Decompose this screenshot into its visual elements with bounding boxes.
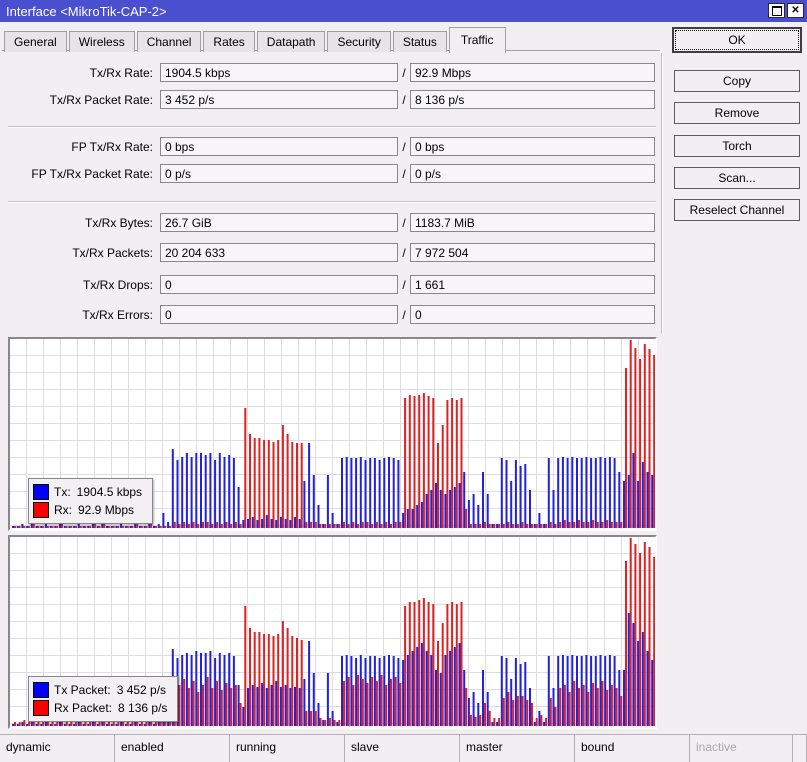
tx-rx-packets-tx-field[interactable]: 20 204 633 bbox=[160, 243, 398, 262]
tx-packet-legend-label: Tx Packet: bbox=[54, 683, 111, 697]
rx-legend-label: Rx: bbox=[54, 503, 72, 517]
rx-packet-color-swatch bbox=[33, 700, 49, 716]
close-button[interactable]: ✕ bbox=[787, 3, 804, 18]
ok-button[interactable]: OK bbox=[672, 27, 802, 53]
copy-button[interactable]: Copy bbox=[674, 70, 800, 92]
interface-dialog-window: Interface <MikroTik-CAP-2> ✕ General Wire… bbox=[0, 0, 807, 762]
slash-separator: / bbox=[402, 139, 406, 154]
tab-rates[interactable]: Rates bbox=[203, 31, 255, 52]
tab-traffic[interactable]: Traffic bbox=[448, 27, 506, 53]
tx-rx-drops-label: Tx/Rx Drops: bbox=[82, 277, 153, 292]
close-icon: ✕ bbox=[791, 4, 800, 16]
window-title: Interface <MikroTik-CAP-2> bbox=[6, 3, 167, 19]
tab-status[interactable]: Status bbox=[392, 31, 447, 52]
remove-button[interactable]: Remove bbox=[674, 102, 800, 124]
tx-rx-rate-rx-field[interactable]: 92.9 Mbps bbox=[410, 63, 655, 82]
slash-separator: / bbox=[402, 245, 406, 260]
status-inactive: inactive bbox=[690, 735, 793, 762]
torch-button[interactable]: Torch bbox=[674, 135, 800, 157]
row-tx-rx-rate: Tx/Rx Rate: 1904.5 kbps / 92.9 Mbps bbox=[0, 63, 655, 82]
slash-separator: / bbox=[402, 307, 406, 322]
tx-rx-packet-rate-tx-field[interactable]: 3 452 p/s bbox=[160, 90, 398, 109]
status-running: running bbox=[230, 735, 345, 762]
tx-color-swatch bbox=[33, 484, 49, 500]
row-tx-rx-errors: Tx/Rx Errors: 0 / 0 bbox=[0, 305, 655, 324]
tx-rx-packet-rate-graph: Tx Packet: 3 452 p/s Rx Packet: 8 136 p/s bbox=[8, 535, 657, 729]
slash-separator: / bbox=[402, 166, 406, 181]
row-fp-tx-rx-rate: FP Tx/Rx Rate: 0 bps / 0 bps bbox=[0, 137, 655, 156]
status-master: master bbox=[460, 735, 575, 762]
tx-packet-legend-value: 3 452 p/s bbox=[116, 683, 167, 697]
fp-tx-rx-packet-rate-label: FP Tx/Rx Packet Rate: bbox=[31, 166, 153, 181]
maximize-button[interactable] bbox=[768, 3, 785, 18]
window-controls: ✕ bbox=[768, 3, 804, 18]
tx-rx-drops-rx-field[interactable]: 1 661 bbox=[410, 275, 655, 294]
rx-packet-legend-label: Rx Packet: bbox=[54, 701, 113, 715]
legend-row-rx-packet: Rx Packet: 8 136 p/s bbox=[33, 700, 167, 716]
scan-button[interactable]: Scan... bbox=[674, 167, 800, 189]
tx-rx-packets-rx-field[interactable]: 7 972 504 bbox=[410, 243, 655, 262]
tab-datapath[interactable]: Datapath bbox=[256, 31, 326, 52]
tx-rx-errors-tx-field[interactable]: 0 bbox=[160, 305, 398, 324]
legend-row-rx: Rx: 92.9 Mbps bbox=[33, 502, 142, 518]
fp-tx-rx-packet-rate-rx-field[interactable]: 0 p/s bbox=[410, 164, 655, 183]
rx-packet-legend-value: 8 136 p/s bbox=[118, 701, 168, 715]
group-separator bbox=[8, 201, 656, 203]
tabstrip: General Wireless Channel Rates Datapath Secur… bbox=[4, 26, 508, 53]
tx-rx-bytes-tx-field[interactable]: 26.7 GiB bbox=[160, 213, 398, 232]
tx-rx-rate-label: Tx/Rx Rate: bbox=[89, 65, 153, 80]
slash-separator: / bbox=[402, 277, 406, 292]
row-tx-rx-bytes: Tx/Rx Bytes: 26.7 GiB / 1183.7 MiB bbox=[0, 213, 655, 232]
tx-rx-drops-tx-field[interactable]: 0 bbox=[160, 275, 398, 294]
row-tx-rx-drops: Tx/Rx Drops: 0 / 1 661 bbox=[0, 275, 655, 294]
status-filler bbox=[793, 735, 807, 762]
legend-row-tx: Tx: 1904.5 kbps bbox=[33, 484, 142, 500]
row-tx-rx-packet-rate: Tx/Rx Packet Rate: 3 452 p/s / 8 136 p/s bbox=[0, 90, 655, 109]
fp-tx-rx-rate-tx-field[interactable]: 0 bps bbox=[160, 137, 398, 156]
tx-legend-label: Tx: bbox=[54, 485, 71, 499]
status-bound: bound bbox=[575, 735, 690, 762]
tx-rx-packet-rate-label: Tx/Rx Packet Rate: bbox=[49, 92, 153, 107]
tx-rx-rate-graph: Tx: 1904.5 kbps Rx: 92.9 Mbps bbox=[8, 337, 657, 531]
tx-rx-errors-label: Tx/Rx Errors: bbox=[82, 307, 153, 322]
tab-general[interactable]: General bbox=[4, 31, 67, 52]
maximize-icon bbox=[771, 5, 782, 16]
tx-legend-value: 1904.5 kbps bbox=[76, 485, 143, 499]
tx-rx-bytes-label: Tx/Rx Bytes: bbox=[84, 215, 153, 230]
titlebar: Interface <MikroTik-CAP-2> ✕ bbox=[0, 0, 807, 22]
tab-wireless[interactable]: Wireless bbox=[68, 31, 135, 52]
slash-separator: / bbox=[402, 92, 406, 107]
tx-rx-errors-rx-field[interactable]: 0 bbox=[410, 305, 655, 324]
fp-tx-rx-rate-rx-field[interactable]: 0 bps bbox=[410, 137, 655, 156]
row-fp-tx-rx-packet-rate: FP Tx/Rx Packet Rate: 0 p/s / 0 p/s bbox=[0, 164, 655, 183]
rx-color-swatch bbox=[33, 502, 49, 518]
reselect-channel-button[interactable]: Reselect Channel bbox=[674, 199, 800, 221]
status-bar: dynamic enabled running slave master bound ina… bbox=[0, 734, 807, 762]
tx-rx-packet-rate-graph-legend: Tx Packet: 3 452 p/s Rx Packet: 8 136 p/s bbox=[28, 676, 179, 722]
tx-packet-color-swatch bbox=[33, 682, 49, 698]
tx-rx-packets-label: Tx/Rx Packets: bbox=[72, 245, 153, 260]
content-buttons-divider bbox=[661, 53, 662, 333]
status-dynamic: dynamic bbox=[0, 735, 115, 762]
legend-row-tx-packet: Tx Packet: 3 452 p/s bbox=[33, 682, 167, 698]
slash-separator: / bbox=[402, 65, 406, 80]
fp-tx-rx-packet-rate-tx-field[interactable]: 0 p/s bbox=[160, 164, 398, 183]
status-enabled: enabled bbox=[115, 735, 230, 762]
fp-tx-rx-rate-label: FP Tx/Rx Rate: bbox=[71, 139, 153, 154]
row-tx-rx-packets: Tx/Rx Packets: 20 204 633 / 7 972 504 bbox=[0, 243, 655, 262]
tab-security[interactable]: Security bbox=[327, 31, 391, 52]
tx-rx-rate-tx-field[interactable]: 1904.5 kbps bbox=[160, 63, 398, 82]
rx-legend-value: 92.9 Mbps bbox=[78, 503, 135, 517]
status-slave: slave bbox=[345, 735, 460, 762]
group-separator bbox=[8, 126, 656, 128]
tx-rx-packet-rate-rx-field[interactable]: 8 136 p/s bbox=[410, 90, 655, 109]
tx-rx-rate-graph-legend: Tx: 1904.5 kbps Rx: 92.9 Mbps bbox=[28, 478, 154, 524]
slash-separator: / bbox=[402, 215, 406, 230]
tab-channel[interactable]: Channel bbox=[136, 31, 202, 52]
tx-rx-bytes-rx-field[interactable]: 1183.7 MiB bbox=[410, 213, 655, 232]
